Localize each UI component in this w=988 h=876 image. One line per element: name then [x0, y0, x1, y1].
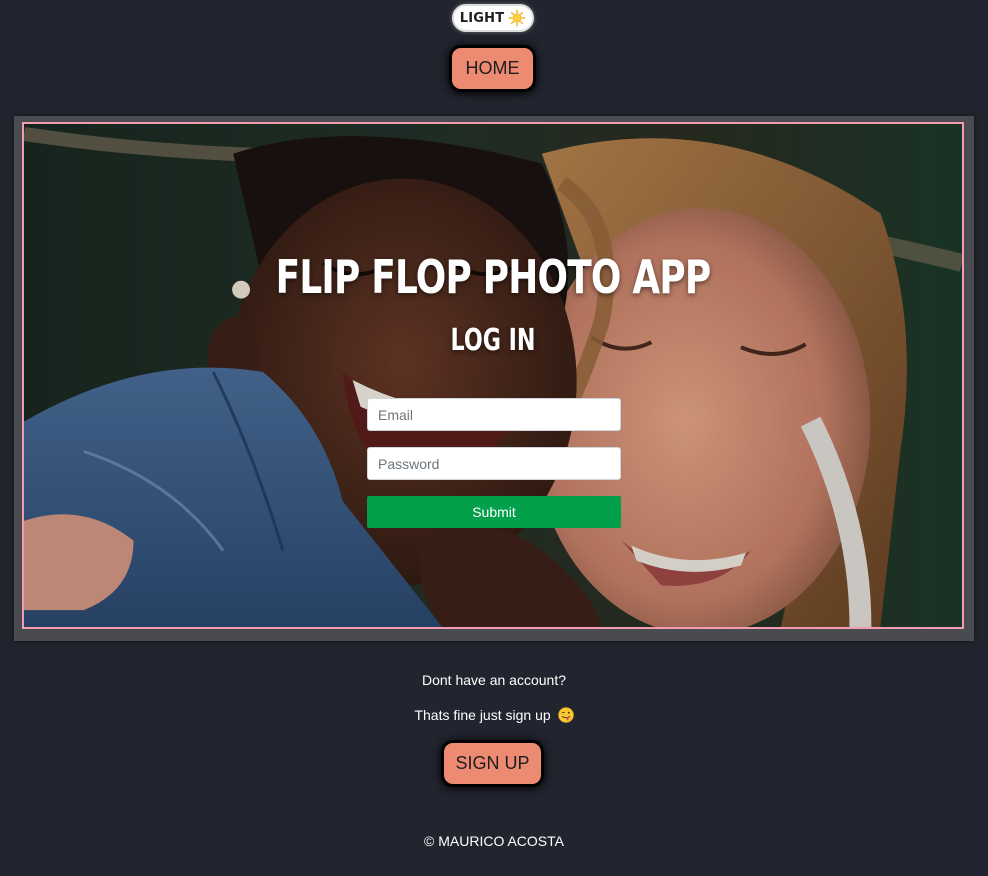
password-input[interactable]: [367, 447, 621, 480]
sign-up-button[interactable]: SIGN UP: [441, 740, 544, 787]
login-page: LIGHT HOME FLIP FLOP PHOTO APP LOG IN Em…: [0, 0, 988, 876]
winking-tongue-face-icon: [557, 707, 574, 723]
home-button[interactable]: HOME: [449, 45, 536, 92]
email-input[interactable]: [367, 398, 621, 431]
no-account-text: Dont have an account?: [422, 672, 566, 688]
sun-icon: [508, 9, 526, 27]
submit-button[interactable]: Submit: [367, 496, 621, 528]
footer-copyright: © MAURICO ACOSTA: [424, 833, 564, 849]
theme-toggle-button[interactable]: LIGHT: [452, 4, 534, 32]
app-title: FLIP FLOP PHOTO APP: [275, 250, 712, 304]
hero-background-photo: [24, 124, 962, 627]
hero-banner: FLIP FLOP PHOTO APP LOG IN Submit: [22, 122, 964, 629]
theme-toggle-label: LIGHT: [459, 10, 505, 26]
signup-prompt: Thats fine just sign up: [0, 707, 988, 723]
login-heading: LOG IN: [450, 323, 536, 358]
signup-prompt-text: Thats fine just sign up: [414, 707, 551, 723]
